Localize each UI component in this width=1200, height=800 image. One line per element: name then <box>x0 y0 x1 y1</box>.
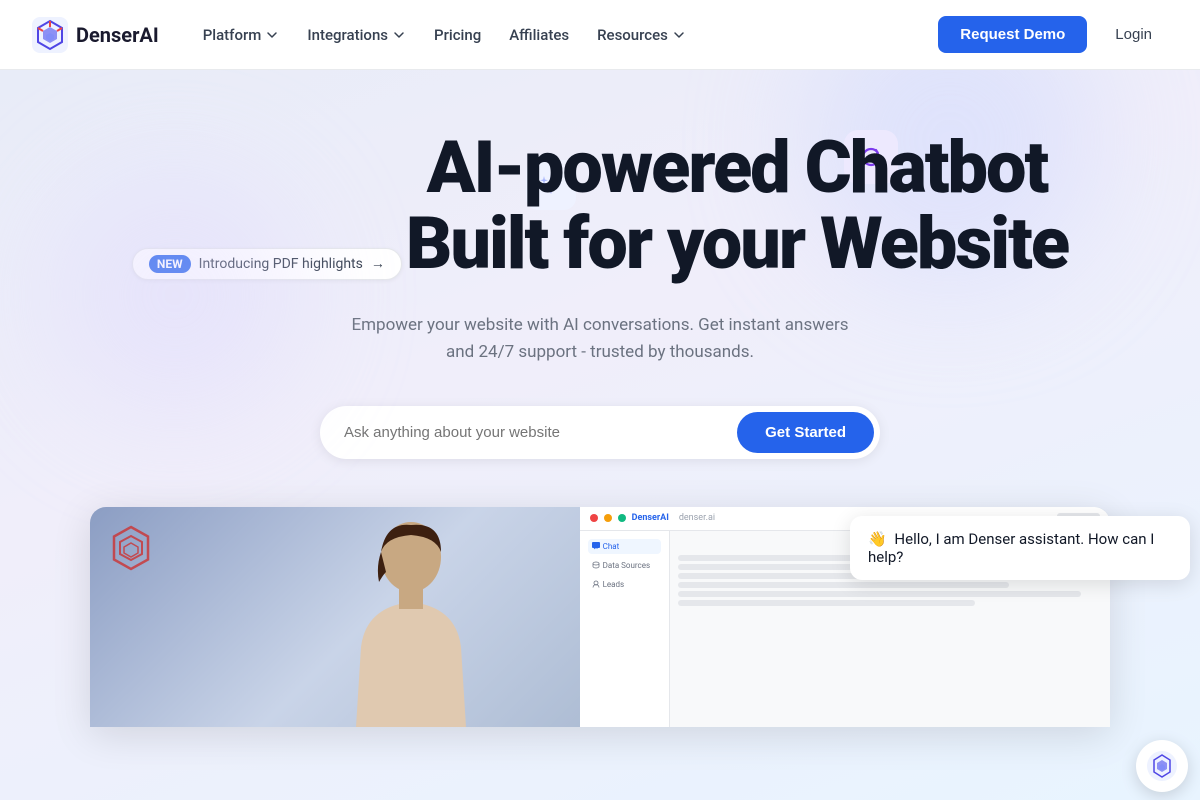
dash-sidebar-chat[interactable]: Chat <box>588 539 661 554</box>
dash-sidebar-datasources[interactable]: Data Sources <box>588 558 661 573</box>
dash-dot-green <box>618 514 626 522</box>
person-image <box>90 507 651 727</box>
badge-arrow: → <box>371 255 385 272</box>
nav-item-pricing[interactable]: Pricing <box>422 18 493 52</box>
chat-greeting-text: Hello, I am Denser assistant. How can I … <box>868 530 1154 566</box>
chatbot-fab-icon <box>1147 751 1177 781</box>
denser-logo-watermark <box>106 523 156 573</box>
nav-item-affiliates[interactable]: Affiliates <box>497 18 581 52</box>
dash-logo-sm: DenserAI <box>632 513 669 523</box>
dash-line-6 <box>678 600 975 606</box>
logo[interactable]: DenserAI <box>32 17 159 53</box>
search-bar: Get Started <box>320 406 880 459</box>
login-button[interactable]: Login <box>1099 16 1168 53</box>
chevron-down-icon-3 <box>672 28 686 42</box>
dash-line-4 <box>678 582 1009 588</box>
person-silhouette <box>311 517 511 727</box>
request-demo-button[interactable]: Request Demo <box>938 16 1087 53</box>
nav-item-resources[interactable]: Resources <box>585 18 698 52</box>
chat-greeting: 👋 Hello, I am Denser assistant. How can … <box>850 516 1190 580</box>
chat-greeting-emoji: 👋 <box>868 530 887 548</box>
dash-line-5 <box>678 591 1081 597</box>
logo-text: DenserAI <box>76 23 159 47</box>
hero-subtitle: Empower your website with AI conversatio… <box>340 312 860 366</box>
chevron-down-icon-2 <box>392 28 406 42</box>
nav-item-platform[interactable]: Platform <box>191 18 292 52</box>
navbar-right: Request Demo Login <box>938 16 1168 53</box>
dash-dot-red <box>590 514 598 522</box>
nav-item-integrations[interactable]: Integrations <box>295 18 418 52</box>
dash-dot-yellow <box>604 514 612 522</box>
nav-links: Platform Integrations Pricing Affiliates… <box>191 18 698 52</box>
hero-title: AI-powered Chatbot Built for your Websit… <box>406 130 1068 281</box>
hero-section: NEW Introducing PDF highlights → AI-powe… <box>0 70 1200 800</box>
decorative-blob-2 <box>50 170 300 420</box>
dash-sidebar: Chat Data Sources Leads <box>580 531 670 727</box>
logo-icon <box>32 17 68 53</box>
navbar-left: DenserAI Platform Integrations Pricing A… <box>32 17 698 53</box>
chatbot-fab[interactable] <box>1136 740 1188 792</box>
chevron-down-icon <box>265 28 279 42</box>
get-started-button[interactable]: Get Started <box>737 412 874 453</box>
navbar: DenserAI Platform Integrations Pricing A… <box>0 0 1200 70</box>
dash-sidebar-leads[interactable]: Leads <box>588 577 661 592</box>
search-input[interactable] <box>344 424 737 441</box>
dash-url: denser.ai <box>679 513 715 523</box>
